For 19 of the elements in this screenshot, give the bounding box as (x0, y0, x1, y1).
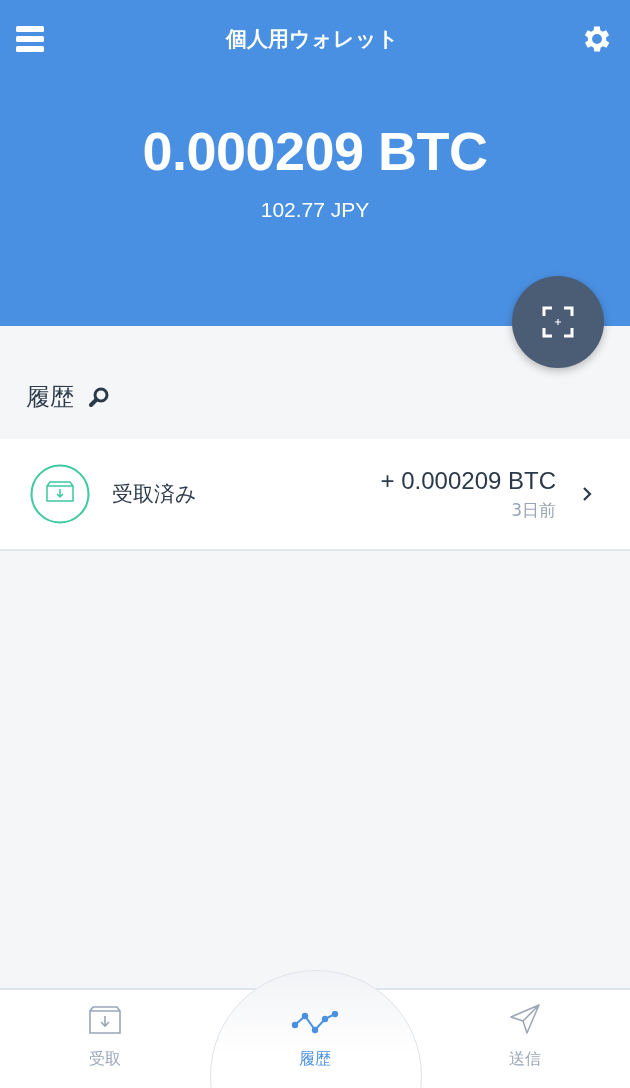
chevron-icon (582, 486, 592, 502)
wallet-title: 個人用ウォレット (225, 26, 399, 53)
receive-icon (30, 464, 90, 524)
tab-button[interactable]: 受取 (0, 990, 210, 1088)
search-icon[interactable] (88, 385, 110, 408)
transaction-row[interactable]: 受取済み + 0.000209 BTC 3日前 (0, 439, 630, 551)
menu-icon[interactable] (16, 26, 44, 52)
line-chart-icon (291, 1011, 339, 1035)
transaction-amount: + 0.000209 BTC (380, 466, 556, 495)
transaction-time: 3日前 (511, 498, 556, 522)
scan-button[interactable] (512, 276, 604, 368)
history-heading: 履歴 (26, 381, 74, 413)
inbox-icon (88, 1005, 122, 1035)
paper-plane-icon (509, 1003, 541, 1035)
transaction-status: 受取済み (112, 481, 198, 508)
fiat-balance: 102.77 JPY (260, 198, 370, 222)
scan-icon (542, 306, 574, 338)
balance-amount: 0.000209 BTC (142, 120, 488, 182)
tab-button[interactable]: 送信 (420, 990, 630, 1088)
